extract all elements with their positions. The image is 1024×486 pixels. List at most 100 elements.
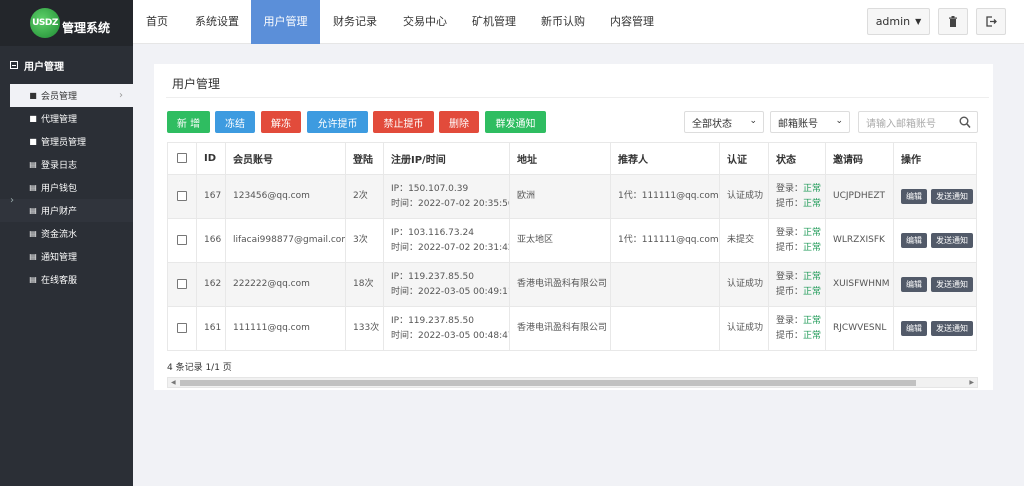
send-notify-button[interactable]: 发送通知 [931,320,973,336]
logout-icon [985,16,997,27]
cell-referrer[interactable]: 1代：111111@qq.com [610,218,720,263]
edit-button[interactable]: 编辑 [901,188,927,204]
sidebar-group-user-management[interactable]: 用户管理 [0,46,133,84]
edit-button[interactable]: 编辑 [901,276,927,292]
user-table: ID 会员账号 登陆 注册IP/时间 地址 推荐人 认证 状态 邀请码 操作 1… [167,142,977,351]
cell-address: 香港电讯盈科有限公司 [509,262,611,307]
cell-auth: 认证成功 [719,306,769,351]
cell-referrer[interactable]: 1代：111111@qq.com [610,174,720,219]
cell-account[interactable]: 123456@qq.com [225,174,346,219]
row-checkbox[interactable] [177,234,187,245]
cell-actions: 编辑 发送通知 [893,174,977,219]
nav-miner[interactable]: 矿机管理 [462,0,526,44]
sidebar-toggle-icon[interactable]: › [10,195,14,206]
row-checkbox-cell [167,218,197,263]
cell-ip-time: IP：119.237.85.50 时间：2022-03-05 00:48:47 [383,306,510,351]
edit-button[interactable]: 编辑 [901,320,927,336]
account-type-select[interactable]: 邮箱账号 ⌄ [770,111,850,133]
cell-auth: 认证成功 [719,262,769,307]
cell-actions: 编辑 发送通知 [893,218,977,263]
sidebar-item-fund-flow[interactable]: ▤ 资金流水 [0,222,133,245]
scroll-right-icon[interactable]: ▶ [969,378,974,388]
trash-button[interactable] [938,8,968,35]
cell-id: 167 [196,174,226,219]
admin-dropdown[interactable]: admin ▼ [867,8,930,35]
cell-invite-code: RJCWVESNL [825,306,894,351]
cell-id: 166 [196,218,226,263]
col-auth: 认证 [719,142,769,175]
nav-content[interactable]: 内容管理 [600,0,664,44]
table-row: 162 222222@qq.com 18次 IP：119.237.85.50 时间… [167,262,977,307]
col-referrer: 推荐人 [610,142,720,175]
cell-account[interactable]: 111111@qq.com [225,306,346,351]
nav-system-settings[interactable]: 系统设置 [185,0,249,44]
scroll-left-icon[interactable]: ◀ [171,378,176,388]
trash-icon [949,16,957,27]
select-all-checkbox-cell [167,142,197,175]
sidebar-item-members[interactable]: ■ 会员管理 › [10,84,133,107]
status-select[interactable]: 全部状态 ⌄ [684,111,764,133]
cell-referrer [610,306,720,351]
logout-button[interactable] [976,8,1006,35]
cell-account[interactable]: lifacai998877@gmail.com [225,218,346,263]
cell-address: 香港电讯盈科有限公司 [509,306,611,351]
send-notify-button[interactable]: 发送通知 [931,276,973,292]
nav-user-management[interactable]: 用户管理 [251,0,320,44]
cell-actions: 编辑 发送通知 [893,262,977,307]
send-notify-button[interactable]: 发送通知 [931,188,973,204]
forbid-withdraw-button[interactable]: 禁止提币 [373,111,434,133]
row-checkbox[interactable] [177,322,187,333]
send-notify-button[interactable]: 发送通知 [931,232,973,248]
allow-withdraw-button[interactable]: 允许提币 [307,111,368,133]
row-checkbox[interactable] [177,278,187,289]
edit-button[interactable]: 编辑 [901,232,927,248]
col-actions: 操作 [893,142,977,175]
nav-trading[interactable]: 交易中心 [393,0,457,44]
user-icon: ■ [29,91,37,100]
cell-ip-time: IP：103.116.73.24 时间：2022-07-02 20:31:42 [383,218,510,263]
col-invite-code: 邀请码 [825,142,894,175]
freeze-button[interactable]: 冻结 [215,111,255,133]
cell-invite-code: WLRZXISFK [825,218,894,263]
broadcast-button[interactable]: 群发通知 [485,111,546,133]
select-all-checkbox[interactable] [177,153,187,163]
table-row: 161 111111@qq.com 133次 IP：119.237.85.50 时… [167,306,977,351]
sidebar-item-wallet[interactable]: ▤ 用户钱包 [0,176,133,199]
top-nav: 首页 系统设置 用户管理 财务记录 交易中心 矿机管理 新币认购 内容管理 ad… [133,0,1024,44]
search-input[interactable]: 请输入邮箱账号 [858,111,978,133]
delete-button[interactable]: 删除 [439,111,479,133]
sidebar-item-admins[interactable]: ■ 管理员管理 [0,130,133,153]
row-checkbox[interactable] [177,190,187,201]
list-icon: ▤ [29,229,37,238]
chevron-down-icon: ⌄ [835,116,843,126]
horizontal-scrollbar[interactable]: ◀ ▶ [167,377,978,388]
col-account: 会员账号 [225,142,346,175]
sidebar-item-notifications[interactable]: ▤ 通知管理 [0,245,133,268]
nav-finance[interactable]: 财务记录 [323,0,387,44]
nav-home[interactable]: 首页 [133,0,181,44]
col-address: 地址 [509,142,611,175]
panel-title: 用户管理 [172,77,221,91]
divider [166,97,989,98]
search-icon[interactable] [959,115,971,129]
scrollbar-thumb[interactable] [180,380,916,386]
cell-logins: 18次 [345,262,384,307]
sidebar-item-support[interactable]: ▤ 在线客服 [0,268,133,291]
sidebar-item-agents[interactable]: ■ 代理管理 [0,107,133,130]
sidebar-item-assets[interactable]: ▤ 用户财产 [0,199,133,222]
cell-account[interactable]: 222222@qq.com [225,262,346,307]
cell-id: 162 [196,262,226,307]
list-icon: ▤ [29,206,37,215]
cell-address: 亚太地区 [509,218,611,263]
sidebar-item-login-log[interactable]: ▤ 登录日志 [0,153,133,176]
list-icon: ▤ [29,275,37,284]
cell-status: 登录：正常 提币：正常 [768,306,826,351]
list-icon: ▤ [29,252,37,261]
nav-new-coin[interactable]: 新币认购 [531,0,595,44]
row-checkbox-cell [167,306,197,351]
cell-ip-time: IP：119.237.85.50 时间：2022-03-05 00:49:11 [383,262,510,307]
add-button[interactable]: 新 增 [167,111,210,133]
cell-status: 登录：正常 提币：正常 [768,218,826,263]
cell-ip-time: IP：150.107.0.39 时间：2022-07-02 20:35:56 [383,174,510,219]
unfreeze-button[interactable]: 解冻 [261,111,301,133]
